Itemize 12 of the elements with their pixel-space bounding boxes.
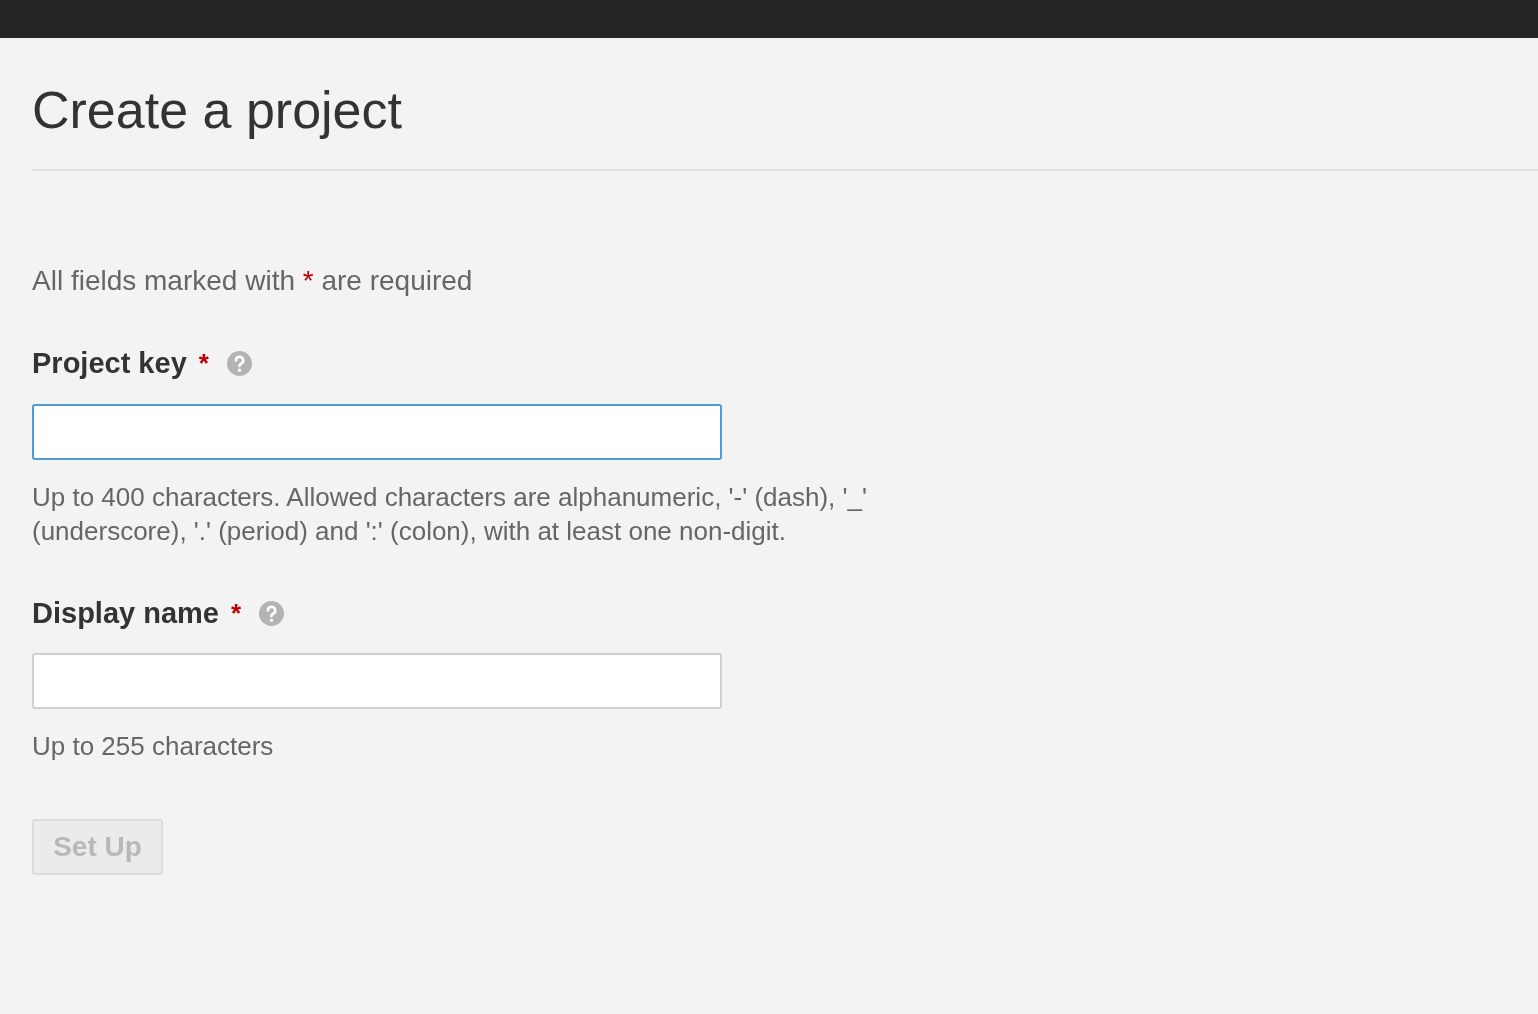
help-icon[interactable] xyxy=(259,600,285,626)
help-icon[interactable] xyxy=(226,351,252,377)
page-title: Create a project xyxy=(32,80,403,141)
field-label: Project key xyxy=(32,346,187,381)
text-field[interactable] xyxy=(32,403,722,460)
required-note: All fields marked with * are required xyxy=(32,264,474,298)
text-field[interactable] xyxy=(32,653,722,709)
required-asterisk: * xyxy=(231,596,242,630)
required-asterisk: * xyxy=(198,347,209,381)
field-label: Display name xyxy=(32,595,219,631)
field-help-text: Up to 400 characters. Allowed characters are alphanumeric, '-' (dash), '_' (underscore), '.' (period) and ':' (colon), with at least one non-digit. xyxy=(32,480,868,548)
field-help-text: Up to 255 characters xyxy=(32,730,275,763)
